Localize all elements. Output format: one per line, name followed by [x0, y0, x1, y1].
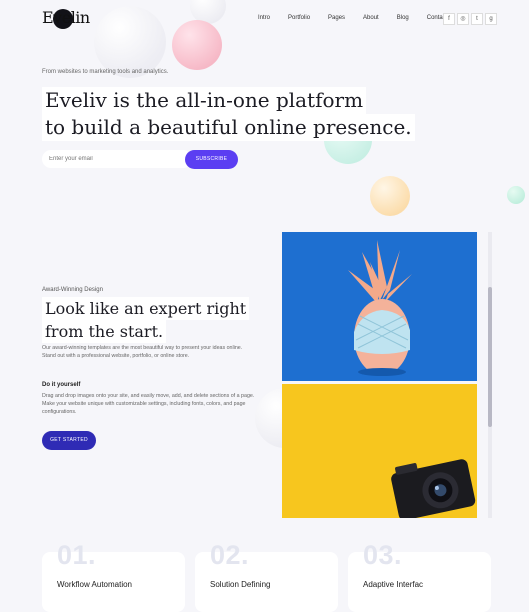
scrollbar-thumb[interactable] — [488, 287, 492, 427]
nav-item-portfolio[interactable]: Portfolio — [288, 15, 310, 21]
facebook-icon[interactable]: f — [443, 13, 455, 25]
card-number: 02. — [210, 540, 250, 570]
nav-item-intro[interactable]: Intro — [258, 15, 270, 21]
card-title: Adaptive Interfac — [363, 580, 424, 589]
hero-headline-line: Eveliv is the all-in-one platform — [42, 87, 367, 114]
feature-title-line: from the start. — [42, 320, 167, 343]
feature-title-line: Look like an expert right — [42, 297, 250, 320]
get-started-button[interactable]: GET STARTED — [42, 431, 96, 450]
diy-description: Drag and drop images onto your site, and… — [42, 393, 255, 415]
card-title: Workflow Automation — [57, 580, 132, 589]
decorative-bubble — [370, 176, 410, 216]
decorative-bubble — [172, 20, 222, 70]
hero-tagline: From websites to marketing tools and ana… — [42, 69, 169, 75]
email-input[interactable] — [42, 150, 192, 168]
subscribe-button[interactable]: SUBSCRIBE — [185, 150, 238, 169]
instagram-icon[interactable]: ◎ — [457, 13, 469, 25]
decorative-bubble — [507, 186, 525, 204]
feature-eyebrow: Award-Winning Design — [42, 287, 103, 293]
nav-item-pages[interactable]: Pages — [328, 15, 345, 21]
feature-title: Look like an expert right from the start… — [42, 297, 250, 343]
camera-image — [282, 384, 477, 518]
nav-item-blog[interactable]: Blog — [397, 15, 409, 21]
google-icon[interactable]: g — [485, 13, 497, 25]
logo[interactable]: Evelin — [42, 8, 90, 27]
hero-headline-line: to build a beautiful online presence. — [42, 114, 415, 141]
feature-description: Our award-winning templates are the most… — [42, 345, 243, 359]
pineapple-image — [282, 232, 477, 381]
card-number: 03. — [363, 540, 403, 570]
hero-headline: Eveliv is the all-in-one platform to bui… — [42, 87, 415, 141]
card-title: Solution Defining — [210, 580, 271, 589]
twitter-icon[interactable]: t — [471, 13, 483, 25]
main-nav: Intro Portfolio Pages About Blog Contact — [258, 15, 465, 21]
nav-item-about[interactable]: About — [363, 15, 379, 21]
social-links: f ◎ t g — [443, 13, 499, 25]
card-number: 01. — [57, 540, 97, 570]
diy-title: Do it yourself — [42, 382, 81, 388]
decorative-bubble — [94, 6, 166, 78]
